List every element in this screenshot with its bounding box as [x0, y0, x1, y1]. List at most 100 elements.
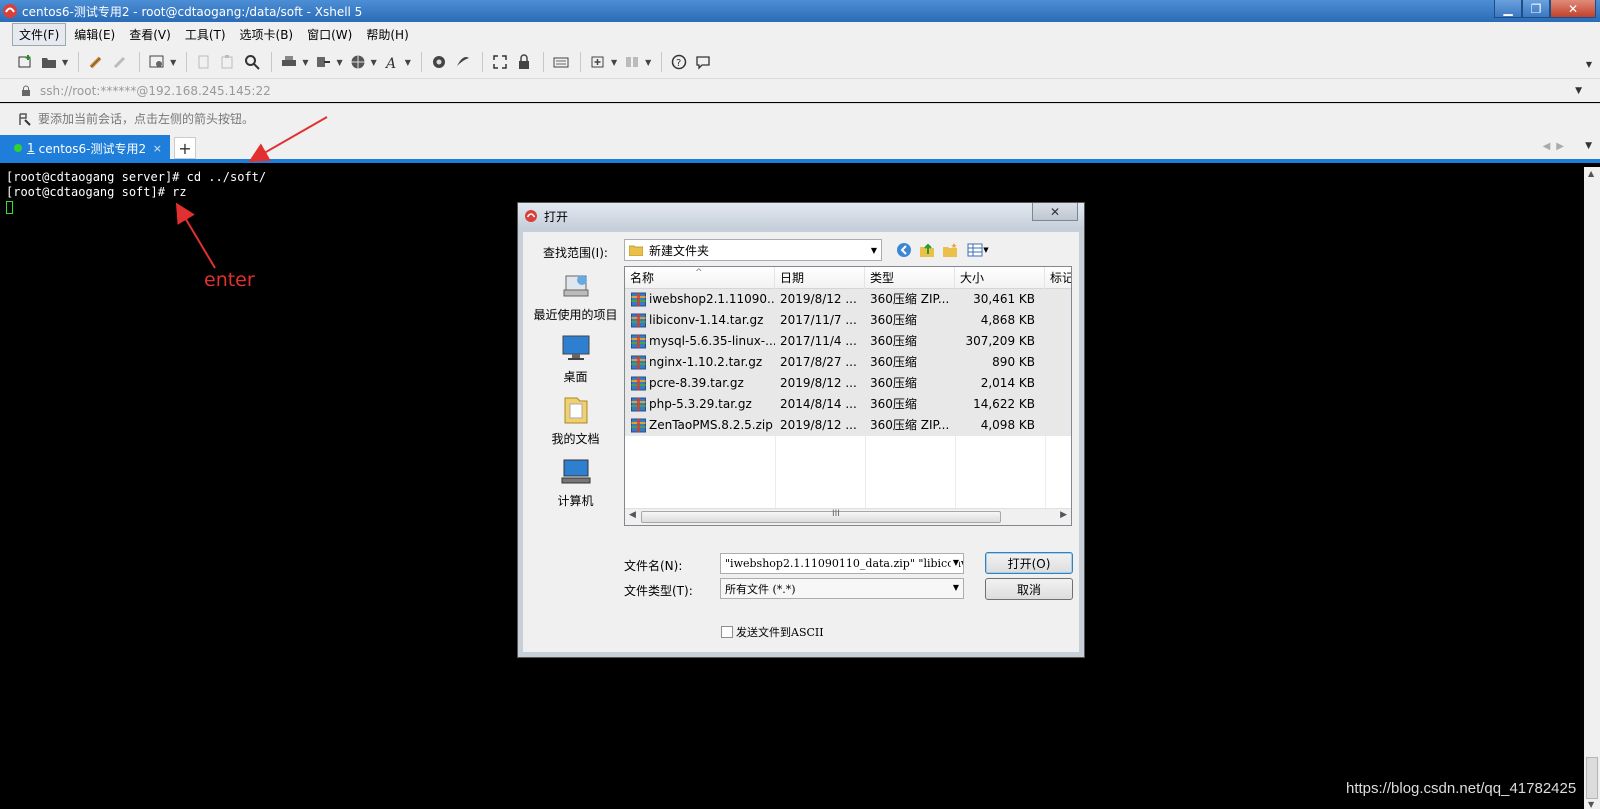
lock-icon[interactable]: [513, 51, 535, 73]
menu-window[interactable]: 窗口(W): [301, 24, 358, 45]
file-list-hscrollbar[interactable]: ◀ III ▶: [625, 508, 1071, 525]
chevron-down-icon[interactable]: ▼: [871, 246, 877, 255]
up-folder-icon[interactable]: [918, 241, 936, 259]
toolbar-separator: [78, 52, 80, 72]
menu-file[interactable]: 文件(F): [12, 22, 67, 46]
properties-dropdown-icon[interactable]: ▼: [170, 58, 176, 67]
column-date[interactable]: 日期: [775, 267, 865, 289]
tab-close-icon[interactable]: ×: [153, 142, 162, 155]
place-label: 最近使用的项目: [533, 308, 618, 322]
transfer-dropdown-icon[interactable]: ▼: [336, 58, 342, 67]
scroll-down-icon[interactable]: ▼: [1588, 800, 1594, 809]
menu-edit[interactable]: 编辑(E): [68, 24, 121, 45]
menu-view[interactable]: 查看(V): [123, 24, 177, 45]
toolbar-separator: [420, 52, 422, 72]
dialog-titlebar: 打开: [518, 203, 1084, 229]
xftp-icon[interactable]: [428, 51, 450, 73]
scrollbar-thumb[interactable]: [1586, 757, 1598, 799]
find-icon[interactable]: [241, 51, 263, 73]
close-window-button[interactable]: ✕: [1550, 0, 1596, 18]
scroll-left-icon[interactable]: ◀: [629, 510, 636, 520]
tab-menu-icon[interactable]: ▼: [1585, 141, 1592, 151]
file-row[interactable]: iwebshop2.1.11090... 2019/8/12 ... 360压缩 Z…: [625, 289, 1071, 310]
file-row[interactable]: php-5.3.29.tar.gz 2014/8/14 ... 360压缩 14,62…: [625, 394, 1071, 415]
globe-icon[interactable]: [347, 51, 369, 73]
add-tab-button[interactable]: +: [174, 137, 196, 159]
add-session-arrow-icon[interactable]: [18, 112, 32, 126]
help-icon[interactable]: ?: [668, 51, 690, 73]
file-type: 360压缩: [870, 334, 917, 348]
address-input[interactable]: ssh://root:******@192.168.245.145:22: [40, 84, 271, 98]
address-bar: ssh://root:******@192.168.245.145:22 ▼: [0, 78, 1600, 102]
file-row[interactable]: pcre-8.39.tar.gz 2019/8/12 ... 360压缩 2,014 …: [625, 373, 1071, 394]
maximize-button[interactable]: ❐: [1522, 0, 1550, 18]
keyboard-icon[interactable]: [550, 51, 572, 73]
new-session-icon[interactable]: [14, 51, 36, 73]
chevron-down-icon[interactable]: ▼: [950, 583, 959, 592]
checkbox-box[interactable]: [721, 626, 733, 638]
place-computer[interactable]: 计算机: [528, 456, 623, 509]
terminal-scrollbar[interactable]: ▲ ▼: [1584, 167, 1600, 809]
file-row[interactable]: libiconv-1.14.tar.gz 2017/11/7 ... 360压缩 4,…: [625, 310, 1071, 331]
file-type: 360压缩: [870, 313, 917, 327]
file-size: 4,098 KB: [980, 418, 1035, 432]
new-tab-dropdown-icon[interactable]: ▼: [611, 58, 617, 67]
places-bar: 最近使用的项目 桌面 我的文档 计算机: [528, 266, 623, 650]
tab-scroll-arrows-icon[interactable]: ◀▶: [1543, 141, 1570, 152]
open-dropdown-icon[interactable]: ▼: [62, 58, 68, 67]
ascii-checkbox[interactable]: 发送文件到ASCII: [721, 624, 824, 640]
column-name[interactable]: 名称 ^: [625, 267, 775, 289]
toolbar-overflow-icon[interactable]: ▼: [1586, 60, 1592, 69]
chevron-down-icon[interactable]: ▼: [950, 558, 959, 567]
menu-tabs[interactable]: 选项卡(B): [234, 24, 300, 45]
file-row[interactable]: nginx-1.10.2.tar.gz 2017/8/27 ... 360压缩 890…: [625, 352, 1071, 373]
place-desktop[interactable]: 桌面: [528, 332, 623, 385]
open-button[interactable]: 打开(O): [985, 552, 1073, 574]
place-documents[interactable]: 我的文档: [528, 394, 623, 447]
chat-icon[interactable]: [692, 51, 714, 73]
font-icon[interactable]: A: [381, 51, 403, 73]
open-folder-icon[interactable]: [38, 51, 60, 73]
hscroll-thumb[interactable]: III: [641, 509, 1001, 523]
connect-icon[interactable]: [85, 51, 107, 73]
fullscreen-icon[interactable]: [489, 51, 511, 73]
look-in-dropdown[interactable]: 新建文件夹 ▼: [624, 239, 882, 261]
place-recent[interactable]: 最近使用的项目: [528, 270, 623, 323]
filetype-select[interactable]: 所有文件 (*.*) ▼: [720, 578, 964, 599]
view-menu-icon[interactable]: ▼: [964, 241, 992, 259]
toolbar: ▼ ▼ ▼ ▼ ▼ A ▼ ▼ ▼ ?: [0, 46, 1600, 78]
scroll-up-icon[interactable]: ▲: [1588, 169, 1594, 178]
column-size[interactable]: 大小: [955, 267, 1045, 289]
file-list[interactable]: 名称 ^ 日期 类型 大小 标记 iwebshop2.1.11090... 201…: [624, 266, 1072, 526]
globe-dropdown-icon[interactable]: ▼: [371, 58, 377, 67]
file-row[interactable]: mysql-5.6.35-linux-... 2017/11/4 ... 360压缩…: [625, 331, 1071, 352]
properties-icon[interactable]: [146, 51, 168, 73]
file-date: 2017/11/7 ...: [780, 313, 857, 327]
filename-input[interactable]: "iwebshop2.1.11090110_data.zip" "libicon…: [720, 553, 964, 574]
print-dropdown-icon[interactable]: ▼: [302, 58, 308, 67]
file-row[interactable]: ZenTaoPMS.8.2.5.zip 2019/8/12 ... 360压缩 ZI…: [625, 415, 1071, 436]
back-icon[interactable]: [895, 241, 913, 259]
xmanager-icon[interactable]: [452, 51, 474, 73]
file-type: 360压缩 ZIP...: [870, 418, 950, 432]
dialog-close-button[interactable]: ✕: [1032, 203, 1078, 221]
new-folder-icon[interactable]: [941, 241, 959, 259]
dialog-nav-toolbar: ▼: [895, 241, 997, 259]
address-dropdown-icon[interactable]: ▼: [1575, 86, 1582, 96]
tab-session-1[interactable]: 1 centos6-测试专用2 ×: [0, 135, 170, 161]
disconnect-icon: [109, 51, 131, 73]
new-tab-icon[interactable]: [587, 51, 609, 73]
scroll-right-icon[interactable]: ▶: [1060, 510, 1067, 520]
sort-ascending-icon: ^: [695, 268, 703, 278]
menu-tools[interactable]: 工具(T): [179, 24, 232, 45]
font-dropdown-icon[interactable]: ▼: [405, 58, 411, 67]
column-tags[interactable]: 标记: [1045, 267, 1071, 289]
transfer-icon[interactable]: [312, 51, 334, 73]
minimize-button[interactable]: ▁: [1494, 0, 1522, 18]
column-type[interactable]: 类型: [865, 267, 955, 289]
window-title: centos6-测试专用2 - root@cdtaogang:/data/sof…: [22, 4, 363, 19]
csdn-watermark: https://blog.csdn.net/qq_41782425: [1346, 780, 1577, 797]
cancel-button[interactable]: 取消: [985, 578, 1073, 600]
print-icon[interactable]: [278, 51, 300, 73]
menu-help[interactable]: 帮助(H): [360, 24, 414, 45]
